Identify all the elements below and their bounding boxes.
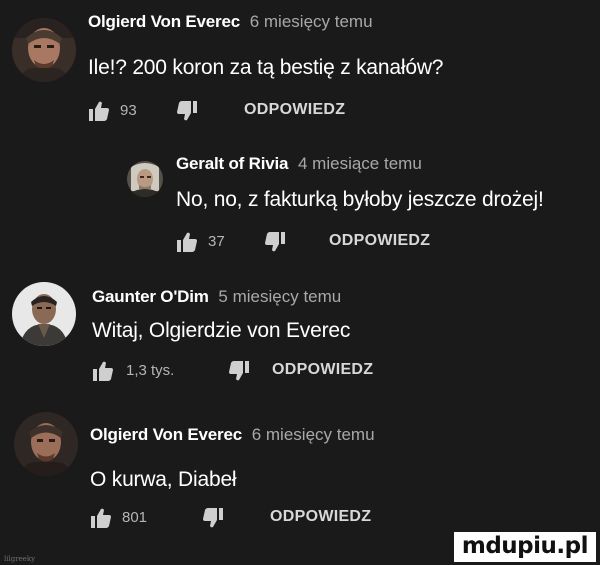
comment-author[interactable]: Olgierd Von Everec	[88, 12, 240, 31]
like-count: 1,3 tys.	[126, 362, 175, 379]
comment-timestamp[interactable]: 6 miesięcy temu	[250, 12, 373, 31]
geralt-avatar-icon[interactable]	[127, 161, 163, 197]
thumbs-down-icon[interactable]	[228, 360, 250, 382]
like-count: 37	[208, 233, 225, 250]
olgierd-avatar-icon[interactable]	[12, 18, 76, 82]
thumbs-up-icon[interactable]	[92, 360, 114, 382]
thumbs-down-icon[interactable]	[202, 507, 224, 529]
thumbs-up-icon[interactable]	[90, 507, 112, 529]
comment-author[interactable]: Geralt of Rivia	[176, 154, 288, 173]
comment-timestamp[interactable]: 4 miesiące temu	[298, 154, 422, 173]
comment-author[interactable]: Olgierd Von Everec	[90, 425, 242, 444]
comment-timestamp[interactable]: 6 miesięcy temu	[252, 425, 375, 444]
thumbs-down-icon[interactable]	[264, 231, 286, 253]
reply-button[interactable]: ODPOWIEDZ	[272, 361, 373, 379]
comment-text: Ile!? 200 koron za tą bestię z kanałów?	[88, 56, 444, 79]
comment-text: O kurwa, Diabeł	[90, 468, 237, 491]
thumbs-up-icon[interactable]	[176, 231, 198, 253]
like-count: 93	[120, 102, 137, 119]
reply-button[interactable]: ODPOWIEDZ	[270, 508, 371, 526]
gaunter-avatar-icon[interactable]	[12, 282, 76, 346]
comment-text: No, no, z fakturką byłoby jeszcze drożej…	[176, 188, 544, 211]
thumbs-down-icon[interactable]	[176, 100, 198, 122]
comment-author[interactable]: Gaunter O'Dim	[92, 287, 209, 306]
corner-tag: lilgreeky	[4, 555, 36, 563]
thumbs-up-icon[interactable]	[88, 100, 110, 122]
reply-button[interactable]: ODPOWIEDZ	[329, 232, 430, 250]
watermark-logo: mdupiu.pl	[453, 532, 596, 562]
like-count: 801	[122, 509, 148, 526]
comment-timestamp[interactable]: 5 miesięcy temu	[218, 287, 341, 306]
olgierd-avatar-icon[interactable]	[14, 412, 78, 476]
comment-text: Witaj, Olgierdzie von Everec	[92, 319, 351, 342]
reply-button[interactable]: ODPOWIEDZ	[244, 101, 345, 119]
